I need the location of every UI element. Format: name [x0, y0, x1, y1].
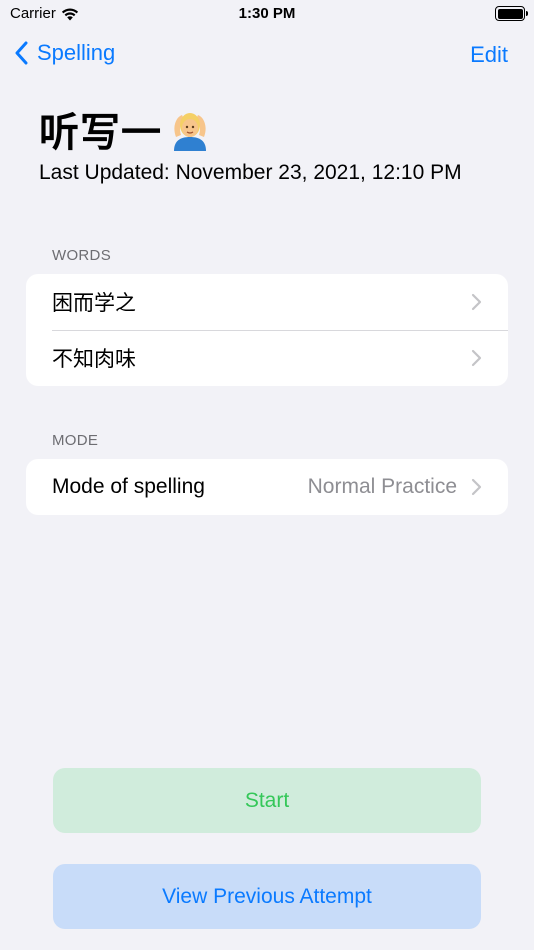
mode-section-header: MODE [52, 432, 99, 449]
mode-of-spelling-row[interactable]: Mode of spelling Normal Practice [26, 459, 508, 515]
page-title: 听写一 [39, 100, 212, 158]
word-row[interactable]: 困而学之 [26, 274, 508, 330]
word-row[interactable]: 不知肉味 [26, 330, 508, 386]
person-gesturing-ok-emoji-icon [174, 113, 206, 151]
last-updated-text: Last Updated: November 23, 2021, 12:10 P… [39, 161, 462, 184]
mode-value: Normal Practice [307, 475, 457, 498]
navigation-bar: Spelling Edit [0, 38, 534, 72]
mode-label: Mode of spelling [52, 475, 205, 498]
back-button[interactable]: Spelling [15, 40, 115, 66]
chevron-right-icon [471, 478, 482, 496]
battery-icon [495, 6, 528, 21]
word-label: 不知肉味 [52, 348, 136, 371]
status-bar: Carrier 1:30 PM [0, 0, 534, 30]
start-button[interactable]: Start [53, 768, 481, 833]
back-button-label: Spelling [37, 40, 116, 65]
words-list: 困而学之 不知肉味 [26, 274, 508, 386]
words-section-header: WORDS [52, 247, 111, 264]
status-time: 1:30 PM [238, 5, 296, 22]
word-label: 困而学之 [52, 292, 136, 315]
mode-list: Mode of spelling Normal Practice [26, 459, 508, 515]
chevron-left-icon [15, 41, 28, 65]
chevron-right-icon [471, 293, 482, 311]
edit-button[interactable]: Edit [470, 42, 508, 68]
view-previous-attempt-button[interactable]: View Previous Attempt [53, 864, 481, 929]
page-title-text: 听写一 [39, 111, 162, 155]
chevron-right-icon [471, 349, 482, 367]
